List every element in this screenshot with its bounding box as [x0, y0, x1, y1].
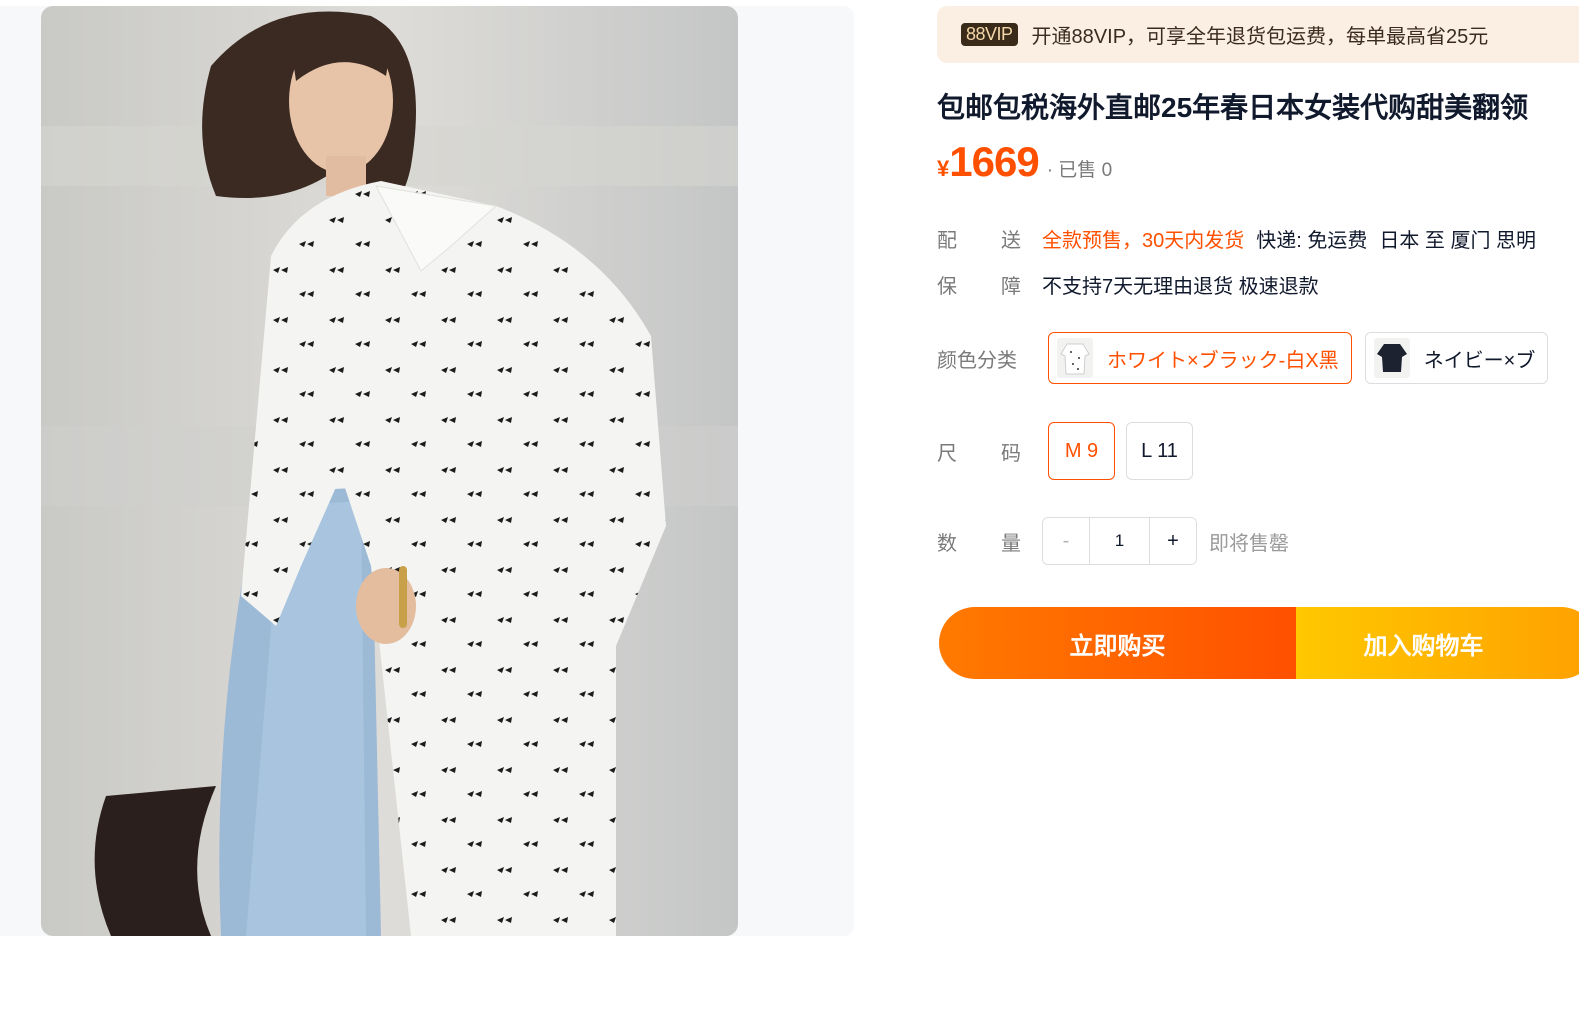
size-option-m9[interactable]: M 9	[1048, 422, 1115, 480]
product-price: 1669	[949, 138, 1039, 185]
color-option-label: ホワイト×ブラック-白X黑	[1107, 349, 1339, 372]
add-to-cart-button[interactable]: 加入购物车	[1296, 607, 1579, 679]
sold-count: · 已售 0	[1046, 160, 1113, 181]
size-option-l11[interactable]: L 11	[1126, 422, 1193, 480]
guarantee-text: 不支持7天无理由退货 极速退款	[1042, 275, 1319, 298]
vip-promo-banner[interactable]: 88VIP 开通88VIP，可享全年退货包运费，每单最高省25元	[937, 6, 1579, 63]
quantity-stepper: - 1 +	[1042, 517, 1197, 565]
product-info-panel: 88VIP 开通88VIP，可享全年退货包运费，每单最高省25元 包邮包税海外直…	[937, 6, 1579, 766]
shipping-route[interactable]: 日本 至 厦门 思明	[1379, 224, 1536, 253]
navy-coat-thumbnail	[1373, 338, 1410, 378]
size-selector-row: 尺 码 M 9 L 11	[937, 420, 1204, 482]
vip-promo-text: 开通88VIP，可享全年退货包运费，每单最高省25元	[1031, 26, 1489, 48]
quantity-decrease-button[interactable]: -	[1043, 518, 1089, 564]
guarantee-label: 保 障	[937, 275, 1021, 298]
express-fee: 快递: 免运费	[1256, 229, 1368, 252]
color-label: 颜色分类	[937, 349, 1017, 372]
white-coat-thumbnail	[1057, 338, 1093, 378]
quantity-label: 数 量	[937, 532, 1021, 555]
color-selector-row: 颜色分类 ホワイト×ブラック-白X黑 ネイビー×ブ	[937, 328, 1561, 388]
currency-symbol: ¥	[937, 156, 950, 181]
quantity-increase-button[interactable]: +	[1150, 518, 1196, 564]
price-row: ¥ 1669 · 已售 0	[937, 138, 1112, 194]
size-label: 尺 码	[937, 442, 1021, 465]
color-option-navy[interactable]: ネイビー×ブ	[1364, 332, 1549, 384]
product-title: 包邮包税海外直邮25年春日本女装代购甜美翻领	[937, 92, 1529, 123]
buy-now-button[interactable]: 立即购买	[939, 607, 1296, 679]
stock-note: 即将售罄	[1209, 532, 1289, 555]
color-option-white-black[interactable]: ホワイト×ブラック-白X黑	[1048, 332, 1352, 384]
quantity-input[interactable]: 1	[1089, 518, 1150, 564]
vip-badge: 88VIP	[961, 23, 1018, 46]
purchase-actions: 立即购买 加入购物车	[939, 607, 1579, 679]
presale-notice: 全款预售，30天内发货	[1042, 229, 1245, 252]
product-main-image[interactable]	[41, 6, 738, 936]
color-option-label: ネイビー×ブ	[1423, 349, 1536, 372]
guarantee-row: 保 障 不支持7天无理由退货 极速退款	[937, 267, 1319, 301]
shipping-row: 配 送 全款预售，30天内发货 快递: 免运费 日本 至 厦门 思明	[937, 221, 1536, 255]
quantity-row: 数 量 - 1 + 即将售罄	[937, 516, 1289, 566]
shipping-label: 配 送	[937, 229, 1021, 252]
